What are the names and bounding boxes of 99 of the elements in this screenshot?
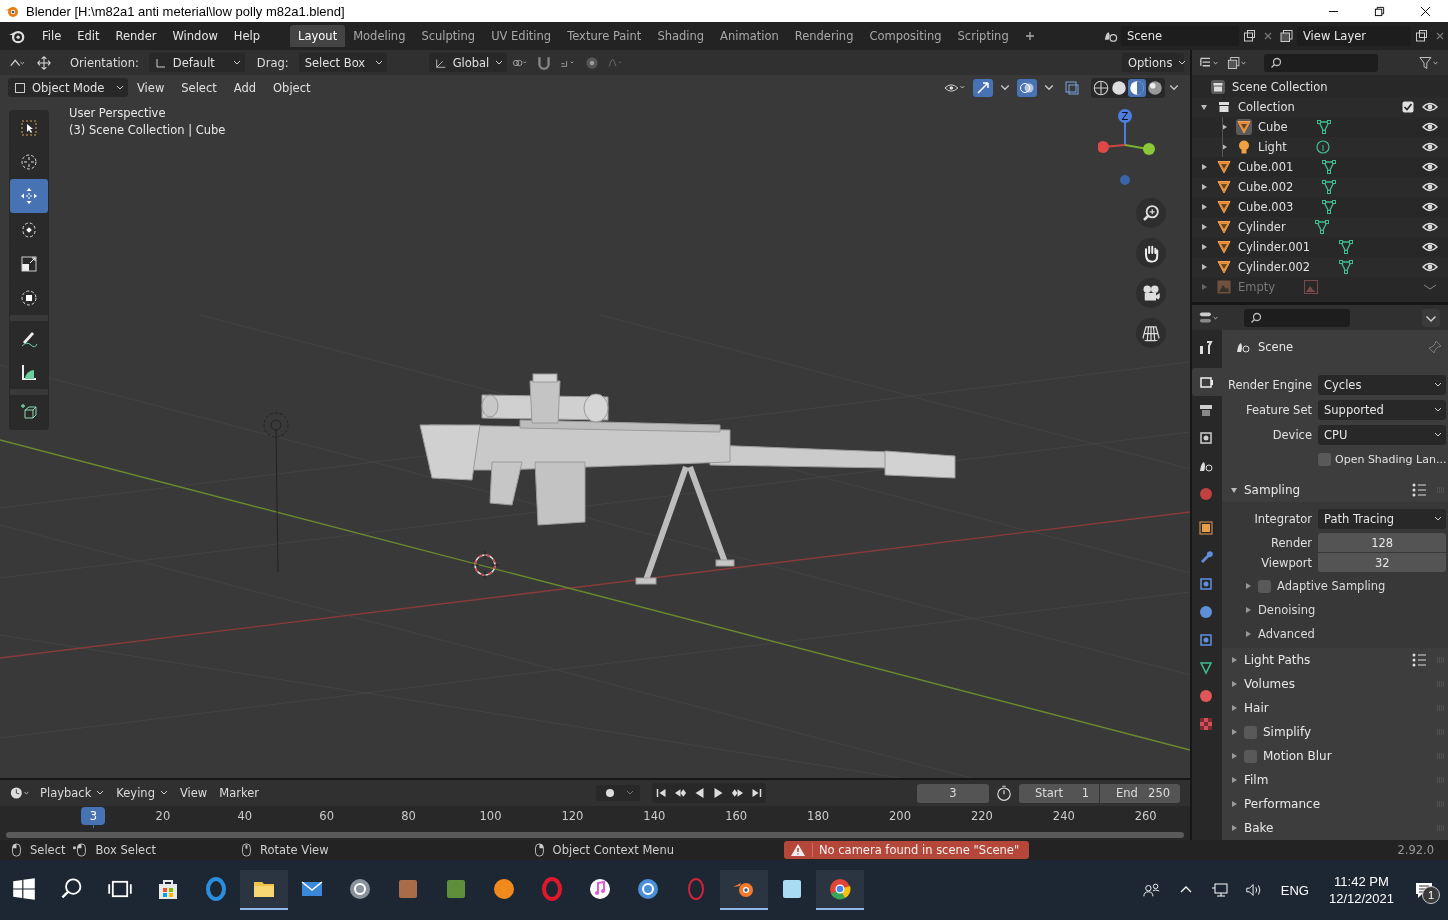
orientation-dropdown[interactable]: Default — [148, 53, 245, 72]
3d-viewport[interactable]: Object Mode View Select Add Object User Perspective (3) Scene Collection | Cube Z — [0, 75, 1190, 778]
current-frame-field[interactable]: 3 — [917, 783, 989, 803]
version-text: 2.92.0 — [1397, 843, 1434, 857]
panel-title[interactable]: Performance — [1244, 797, 1321, 811]
panel-title[interactable]: Volumes — [1244, 677, 1295, 691]
notification-count: 1 — [1422, 886, 1440, 904]
context-label: Scene — [1258, 340, 1294, 354]
checkbox-label: Open Shading Lan... — [1335, 453, 1447, 466]
frame-number: 100 — [479, 809, 502, 823]
field-label: Feature Set — [1245, 402, 1312, 417]
menu-item[interactable]: Playback — [34, 784, 111, 802]
workspace-tab[interactable]: Compositing — [861, 25, 950, 47]
clock[interactable]: 11:42 PM 12/12/2021 — [1328, 874, 1394, 906]
window-title: Blender [H:\m82a1 anti meterial\low polly m82a1.blend] — [26, 3, 345, 19]
frame-number: 80 — [401, 809, 416, 823]
workspace-tab[interactable]: Animation — [712, 25, 787, 47]
field-label: Render — [1270, 535, 1312, 550]
options-dropdown[interactable]: Options — [1122, 53, 1184, 72]
outliner-item[interactable]: Cube — [1258, 120, 1288, 134]
menu-item[interactable]: Help — [225, 26, 269, 46]
workspace-tab[interactable]: UV Editing — [483, 25, 560, 47]
workspace-tab[interactable]: Texture Paint — [559, 25, 650, 47]
subpanel-title[interactable]: Adaptive Sampling — [1277, 579, 1386, 593]
frame-number: 40 — [237, 809, 253, 823]
subpanel-title[interactable]: Advanced — [1258, 627, 1315, 641]
frame-number: 260 — [1134, 809, 1157, 823]
dropdown[interactable]: Cycles — [1318, 374, 1447, 395]
menu-item[interactable]: Add — [225, 78, 265, 97]
field-label: Render Engine — [1227, 377, 1312, 392]
transform-orientation-dropdown[interactable]: Global — [428, 53, 507, 72]
menu-item[interactable]: Object — [265, 78, 319, 97]
dropdown[interactable]: CPU — [1318, 424, 1447, 445]
subpanel-title[interactable]: Denoising — [1258, 603, 1316, 617]
dropdown[interactable]: Supported — [1318, 399, 1447, 420]
workspace-tab[interactable]: Modeling — [345, 25, 414, 47]
workspace-tab[interactable]: Sculpting — [413, 25, 484, 47]
menu-item[interactable]: Marker — [213, 784, 265, 802]
panel-title[interactable]: Film — [1244, 773, 1269, 787]
frame-number: 140 — [643, 809, 666, 823]
menu-item[interactable]: Keying — [110, 784, 174, 802]
menu-item[interactable]: Select — [173, 78, 225, 97]
workspace-tab[interactable]: Shading — [649, 25, 713, 47]
orientation-label: Orientation: — [70, 55, 139, 70]
frame-number: 120 — [561, 809, 584, 823]
menu-item[interactable]: Render — [107, 26, 165, 46]
number-field[interactable]: 128 — [1318, 533, 1447, 552]
menu-item[interactable]: Edit — [69, 26, 108, 46]
viewport-info-text: User Perspective — [69, 106, 167, 120]
frame-number: 60 — [319, 809, 334, 823]
outliner-item[interactable]: Cylinder — [1238, 220, 1286, 234]
workspace-tab[interactable]: Layout — [290, 25, 346, 47]
status-hint: Box Select — [95, 843, 156, 857]
start-frame-field[interactable]: Start 1 — [1019, 783, 1099, 803]
playhead[interactable]: 3 — [81, 807, 106, 825]
menu-item[interactable]: File — [34, 26, 70, 46]
field-label: Device — [1271, 427, 1312, 442]
frame-number: 180 — [807, 809, 830, 823]
dropdown[interactable]: Path Tracing — [1318, 508, 1447, 529]
number-field[interactable]: 32 — [1318, 553, 1447, 572]
mode-dropdown[interactable]: Object Mode — [8, 78, 128, 97]
frame-number: 240 — [1052, 809, 1075, 823]
frame-number: 160 — [725, 809, 748, 823]
frame-number: 20 — [155, 809, 171, 823]
end-frame-field[interactable]: End 250 — [1100, 783, 1180, 803]
workspace-tab[interactable]: Rendering — [786, 25, 862, 47]
language-indicator[interactable]: ENG — [1280, 882, 1309, 898]
scene-field[interactable]: Scene — [1121, 26, 1239, 46]
panel-title[interactable]: Hair — [1244, 701, 1269, 715]
workspace-tab[interactable]: Scripting — [949, 25, 1017, 47]
panel-title[interactable]: Sampling — [1244, 483, 1301, 497]
navigation-gizmo[interactable]: Z — [1098, 108, 1158, 188]
menu-item[interactable]: Window — [164, 26, 226, 46]
status-hint: Select — [30, 843, 66, 857]
panel-title[interactable]: Motion Blur — [1263, 749, 1332, 763]
warning-text: No camera found in scene "Scene" — [819, 843, 1020, 857]
field-label: Integrator — [1253, 511, 1312, 526]
panel-title[interactable]: Light Paths — [1244, 653, 1311, 667]
menu-item[interactable]: View — [129, 78, 173, 97]
panel-title[interactable]: Bake — [1244, 821, 1274, 835]
drag-label: Drag: — [256, 55, 289, 70]
view-layer-field[interactable]: View Layer — [1297, 26, 1411, 46]
outliner-item[interactable]: Cylinder.002 — [1238, 260, 1311, 274]
outliner-item[interactable]: Collection — [1238, 100, 1295, 114]
outliner-item[interactable]: Cylinder.001 — [1238, 240, 1311, 254]
outliner-item[interactable]: Cube.001 — [1238, 160, 1294, 174]
frame-number: 220 — [970, 809, 993, 823]
status-hint: Rotate View — [260, 843, 329, 857]
outliner-item[interactable]: Cube.003 — [1238, 200, 1294, 214]
drag-dropdown[interactable]: Select Box — [298, 53, 387, 72]
status-hint: Object Context Menu — [552, 843, 674, 857]
outliner-item[interactable]: Light — [1258, 140, 1287, 154]
panel-title[interactable]: Simplify — [1263, 725, 1312, 739]
field-label: Viewport — [1260, 555, 1312, 570]
menu-item[interactable]: View — [173, 784, 214, 802]
outliner-item[interactable]: Cube.002 — [1238, 180, 1294, 194]
viewport-info-text: (3) Scene Collection | Cube — [69, 123, 226, 137]
outliner-item[interactable]: Scene Collection — [1232, 80, 1328, 94]
frame-number: 200 — [889, 809, 911, 823]
